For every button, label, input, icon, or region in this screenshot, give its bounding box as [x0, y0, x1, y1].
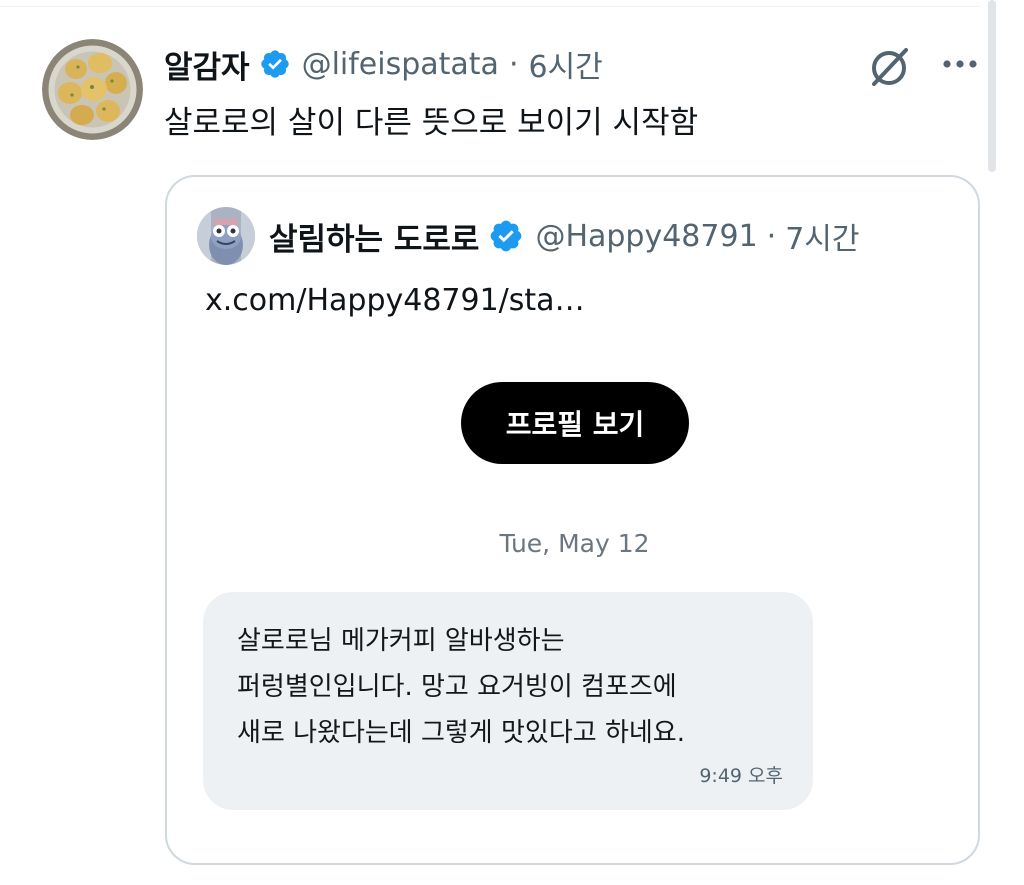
quoted-author-handle[interactable]: @Happy48791	[535, 219, 757, 254]
message-time: 9:49 오후	[699, 765, 783, 787]
scrollbar[interactable]	[988, 0, 996, 172]
message-line: 새로 나왔다는데 그렇게 맛있다고 하네요.	[237, 718, 685, 748]
frog-character-avatar-icon	[197, 207, 255, 265]
quoted-tweet-header: 살림하는 도로로 @Happy48791 · 7시간	[269, 211, 860, 261]
view-profile-button[interactable]: 프로필 보기	[461, 382, 689, 464]
quoted-tweet-card[interactable]: 살림하는 도로로 @Happy48791 · 7시간 x.com/Happy48…	[165, 175, 980, 865]
grok-icon[interactable]	[866, 44, 912, 90]
quoted-author-avatar[interactable]	[197, 207, 255, 265]
tweet-text: 살로로의 살이 다른 뜻으로 보이기 시작함	[164, 105, 699, 141]
quoted-tweet-timestamp[interactable]: 7시간	[785, 214, 859, 258]
verified-badge-icon[interactable]	[259, 48, 291, 80]
separator-dot: ·	[766, 218, 777, 254]
separator-dot: ·	[508, 46, 519, 82]
quoted-author-name[interactable]: 살림하는 도로로	[269, 214, 479, 259]
tweet-timestamp[interactable]: 6시간	[528, 42, 602, 86]
verified-badge-icon[interactable]	[488, 218, 524, 254]
message-line: 퍼렁별인입니다. 망고 요거빙이 컴포즈에	[237, 672, 677, 702]
author-avatar[interactable]	[42, 39, 143, 140]
more-options-icon[interactable]	[938, 44, 982, 84]
potatoes-avatar-icon	[42, 39, 143, 140]
message-line: 살로로님 메가커피 알바생하는	[237, 626, 565, 656]
message-date: Tue, May 12	[499, 529, 650, 558]
message-bubble: 살로로님 메가커피 알바생하는 퍼렁별인입니다. 망고 요거빙이 컴포즈에 새로…	[203, 592, 813, 810]
tweet-header: 알감자 @lifeispatata · 6시간	[164, 40, 603, 88]
quoted-tweet-link[interactable]: x.com/Happy48791/sta…	[205, 283, 585, 318]
author-handle[interactable]: @lifeispatata	[302, 47, 499, 82]
author-name[interactable]: 알감자	[164, 42, 250, 87]
top-divider	[0, 6, 980, 7]
